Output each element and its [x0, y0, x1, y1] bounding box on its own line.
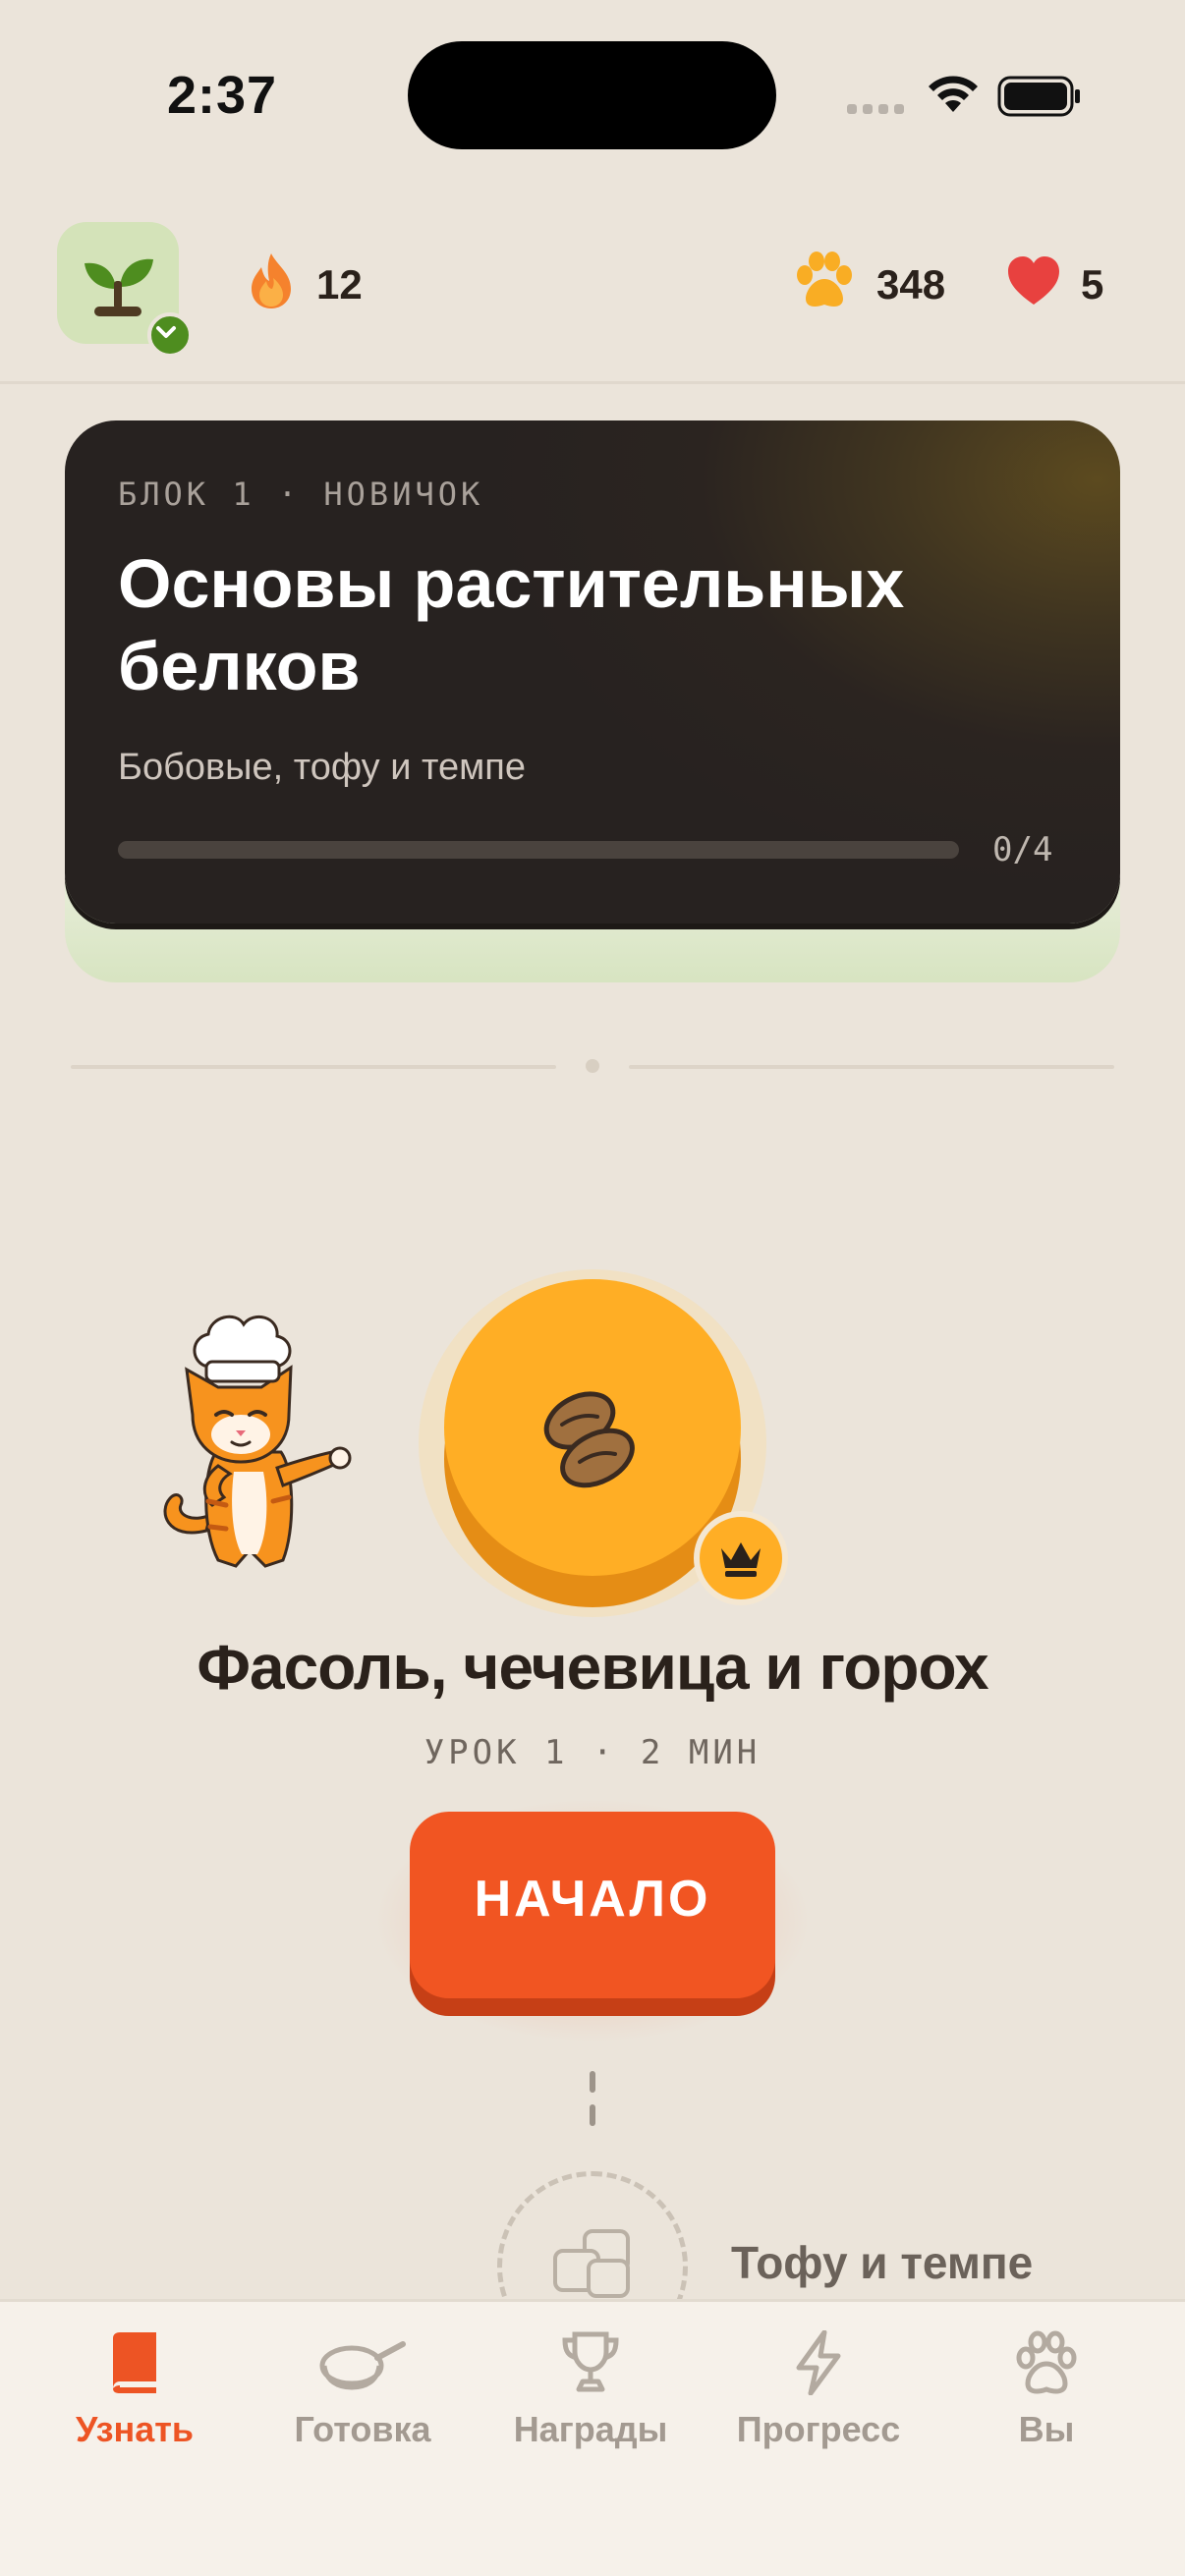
wifi-icon — [929, 76, 978, 112]
dynamic-island — [408, 41, 776, 149]
block-progress-count: 0/4 — [992, 830, 1053, 869]
streak-count: 12 — [316, 261, 363, 308]
path-connector — [590, 2104, 595, 2126]
tab-learn[interactable]: Узнать — [21, 2330, 249, 2468]
status-time: 2:37 — [167, 66, 278, 125]
block-progress-bar — [118, 841, 959, 859]
block-kicker: БЛОК 1 · НОВИЧОК — [118, 476, 484, 513]
chef-cat-mascot-icon — [163, 1315, 352, 1568]
tab-label: Прогресс — [736, 2409, 901, 2449]
paws-count: 348 — [876, 261, 946, 308]
pan-icon — [319, 2341, 406, 2390]
crown-icon — [721, 1542, 761, 1577]
tab-label: Награды — [513, 2409, 668, 2449]
block-subtitle: Бобовые, тофу и темпе — [118, 747, 526, 788]
lesson-node-button[interactable] — [444, 1279, 741, 1576]
book-icon — [113, 2332, 156, 2393]
paw-icon — [1016, 2330, 1077, 2394]
start-button[interactable]: НАЧАЛО — [410, 1812, 775, 1998]
hearts-count: 5 — [1081, 261, 1104, 308]
block-title: Основы растительных белков — [118, 545, 905, 704]
check-badge-icon — [147, 312, 193, 358]
path-connector — [590, 2071, 595, 2093]
section-divider-right — [629, 1065, 1114, 1069]
paw-icon — [797, 252, 852, 307]
beans-icon — [543, 1391, 635, 1488]
crown-badge — [694, 1511, 788, 1605]
tab-label: Готовка — [294, 2409, 431, 2449]
tab-label: Узнать — [75, 2409, 195, 2449]
section-divider-dot — [586, 1059, 599, 1073]
lesson-title: Фасоль, чечевица и горох — [197, 1632, 988, 1703]
tab-label: Вы — [1018, 2409, 1075, 2449]
tab-progress[interactable]: Прогресс — [705, 2330, 932, 2468]
tab-profile[interactable]: Вы — [932, 2330, 1160, 2468]
lightning-icon — [796, 2330, 841, 2395]
header-divider — [0, 381, 1185, 384]
trophy-icon — [562, 2331, 619, 2392]
heart-icon — [1008, 256, 1059, 305]
tofu-icon — [553, 2229, 630, 2298]
lesson-meta: УРОК 1 · 2 МИН — [423, 1733, 762, 1772]
battery-icon — [997, 76, 1080, 117]
tab-cooking[interactable]: Готовка — [249, 2330, 477, 2468]
section-divider-left — [71, 1065, 556, 1069]
tab-rewards[interactable]: Награды — [477, 2330, 705, 2468]
flame-icon — [252, 253, 291, 308]
next-lesson-title: Тофу и темпе — [731, 2237, 1034, 2288]
cellular-signal-icon — [847, 104, 908, 118]
